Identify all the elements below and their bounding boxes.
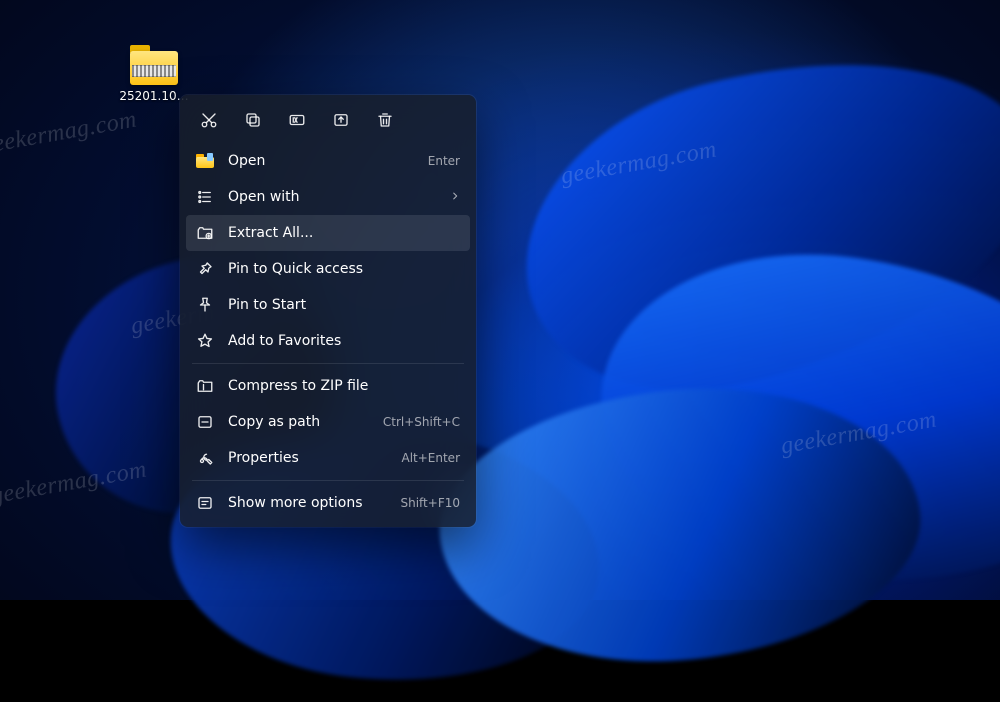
cut-icon[interactable] — [190, 103, 228, 137]
menu-item-show-more-options[interactable]: Show more options Shift+F10 — [186, 485, 470, 521]
menu-item-extract-all[interactable]: Extract All... — [186, 215, 470, 251]
menu-item-label: Open with — [228, 189, 442, 205]
menu-item-label: Show more options — [228, 495, 388, 511]
rename-icon[interactable] — [278, 103, 316, 137]
chevron-right-icon — [450, 189, 460, 205]
menu-item-copy-as-path[interactable]: Copy as path Ctrl+Shift+C — [186, 404, 470, 440]
menu-separator — [192, 363, 464, 364]
star-icon — [196, 332, 214, 350]
menu-item-pin-quick-access[interactable]: Pin to Quick access — [186, 251, 470, 287]
menu-item-label: Properties — [228, 450, 389, 466]
copy-icon[interactable] — [234, 103, 272, 137]
menu-item-label: Pin to Start — [228, 297, 460, 313]
menu-item-open-with[interactable]: Open with — [186, 179, 470, 215]
menu-item-accel: Alt+Enter — [401, 451, 460, 465]
menu-item-add-favorites[interactable]: Add to Favorites — [186, 323, 470, 359]
folder-open-icon — [196, 152, 214, 170]
menu-item-accel: Shift+F10 — [400, 496, 460, 510]
menu-item-accel: Enter — [428, 154, 460, 168]
menu-item-label: Copy as path — [228, 414, 371, 430]
menu-item-pin-start[interactable]: Pin to Start — [186, 287, 470, 323]
pin-icon — [196, 260, 214, 278]
archive-icon — [196, 377, 214, 395]
menu-item-properties[interactable]: Properties Alt+Enter — [186, 440, 470, 476]
context-menu-icon-row — [186, 101, 470, 143]
share-icon[interactable] — [322, 103, 360, 137]
more-icon — [196, 494, 214, 512]
desktop-file-zip[interactable]: 25201.10… — [110, 45, 198, 103]
pin-outline-icon — [196, 296, 214, 314]
menu-item-label: Open — [228, 153, 416, 169]
extract-icon — [196, 224, 214, 242]
menu-item-label: Extract All... — [228, 225, 460, 241]
menu-item-open[interactable]: Open Enter — [186, 143, 470, 179]
delete-icon[interactable] — [366, 103, 404, 137]
menu-item-accel: Ctrl+Shift+C — [383, 415, 460, 429]
list-icon — [196, 188, 214, 206]
zip-folder-icon — [130, 45, 178, 85]
context-menu: Open Enter Open with Extract All... Pin … — [180, 95, 476, 527]
menu-item-label: Pin to Quick access — [228, 261, 460, 277]
menu-item-label: Compress to ZIP file — [228, 378, 460, 394]
menu-item-compress-zip[interactable]: Compress to ZIP file — [186, 368, 470, 404]
menu-separator — [192, 480, 464, 481]
path-icon — [196, 413, 214, 431]
wrench-icon — [196, 449, 214, 467]
menu-item-label: Add to Favorites — [228, 333, 460, 349]
